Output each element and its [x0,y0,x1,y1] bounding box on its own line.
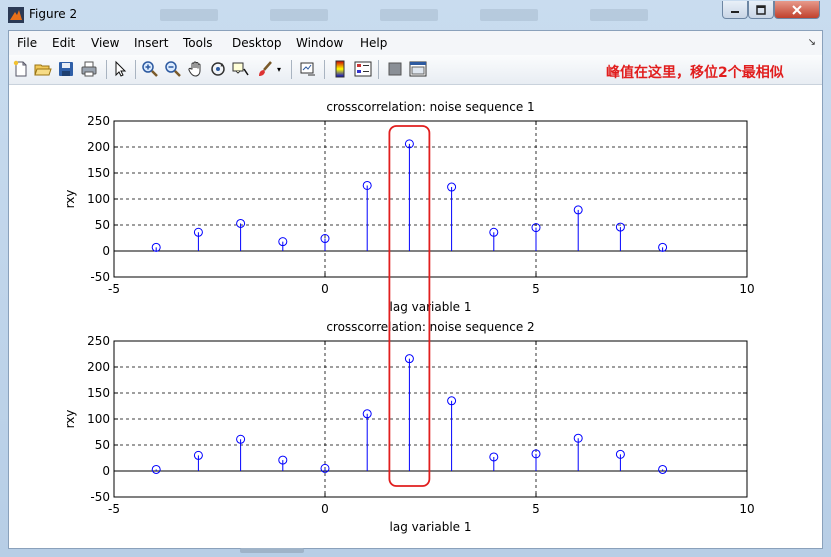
rotate-3d-icon[interactable] [209,60,227,78]
colorbar-icon[interactable] [331,60,349,78]
toolbar-separator [106,60,107,79]
hide-plot-tools-icon[interactable] [386,60,404,78]
menu-view[interactable]: View [91,36,119,50]
save-icon[interactable] [57,60,75,78]
brush-dropdown-icon[interactable]: ▾ [277,65,285,83]
open-file-icon[interactable] [34,60,52,78]
title-bar[interactable]: Figure 2 [0,0,831,30]
menu-insert[interactable]: Insert [134,36,168,50]
close-button[interactable] [774,1,820,19]
dock-arrow-icon[interactable]: ↘ [808,37,816,48]
menu-bar: File Edit View Insert Tools Desktop Wind… [9,31,822,55]
zoom-out-icon[interactable] [164,60,182,78]
peak-annotation-text: 峰值在这里，移位2个最相似 [606,65,784,81]
pointer-icon[interactable] [111,60,129,78]
figure-window: Figure 2 File Edit View Insert Tools Des… [0,0,831,557]
show-plot-tools-icon[interactable] [409,60,427,78]
toolbar-separator [324,60,325,79]
zoom-in-icon[interactable] [141,60,159,78]
menu-edit[interactable]: Edit [52,36,75,50]
toolbar-separator [378,60,379,79]
resize-grip-hint [240,548,304,553]
legend-icon[interactable] [354,60,372,78]
toolbar-separator [135,60,136,79]
window-title: Figure 2 [29,7,78,21]
toolbar-separator [291,60,292,79]
data-cursor-icon[interactable] [232,60,250,78]
print-icon[interactable] [80,60,98,78]
new-figure-icon[interactable] [12,60,30,78]
brush-icon[interactable] [256,60,274,78]
plot-canvas [9,85,822,548]
minimize-button[interactable] [722,1,748,19]
minimize-icon [731,10,739,13]
pan-hand-icon[interactable] [187,60,205,78]
matlab-logo-icon [8,7,24,23]
menu-file[interactable]: File [17,36,37,50]
maximize-button[interactable] [748,1,774,19]
maximize-icon [756,4,766,15]
menu-window[interactable]: Window [296,36,343,50]
close-icon [792,4,802,15]
background-taskbar-tabs [150,9,670,21]
menu-tools[interactable]: Tools [183,36,213,50]
menu-desktop[interactable]: Desktop [232,36,282,50]
menu-help[interactable]: Help [360,36,387,50]
link-plot-icon[interactable] [299,60,317,78]
figure-client-area: File Edit View Insert Tools Desktop Wind… [8,30,823,549]
